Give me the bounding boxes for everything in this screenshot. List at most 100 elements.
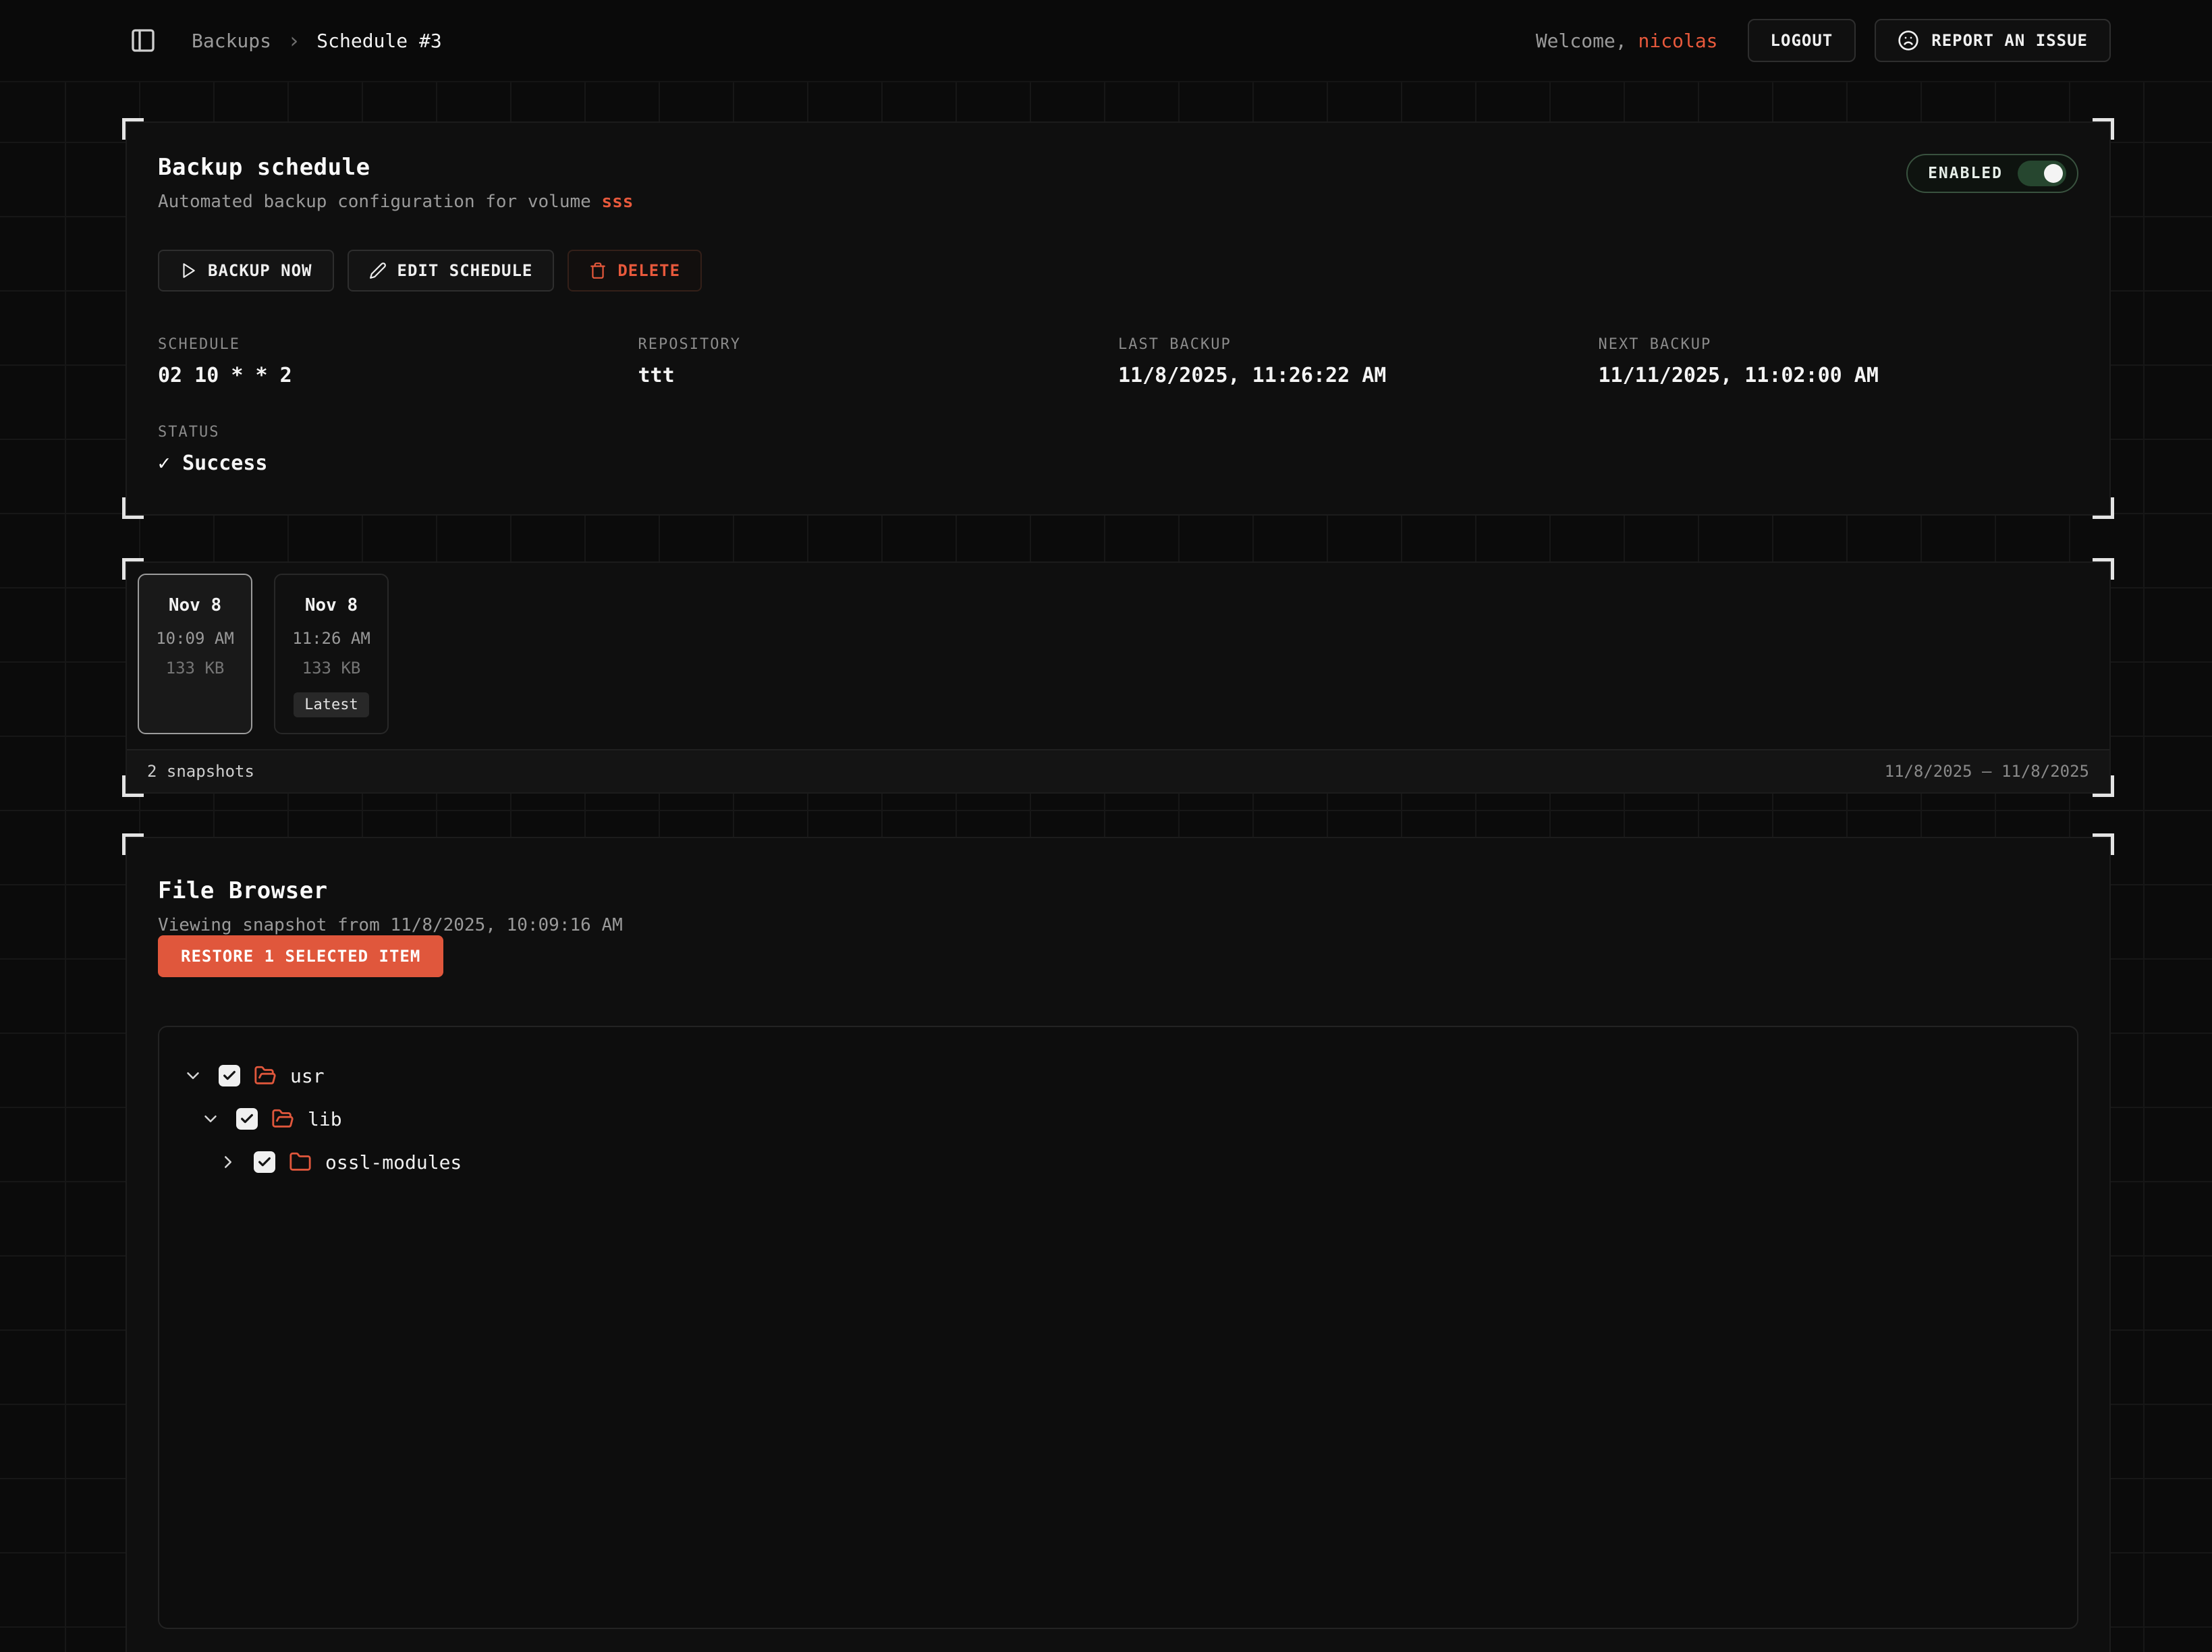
top-bar: Backups › Schedule #3 Welcome, nicolas L…: [0, 0, 2212, 82]
field-label: SCHEDULE: [158, 336, 638, 353]
field-status: STATUS ✓ Success: [158, 424, 638, 475]
snapshot-size: 133 KB: [166, 659, 225, 678]
snapshot-card-latest[interactable]: Nov 8 11:26 AM 133 KB Latest: [274, 574, 389, 734]
corner-bracket: [122, 497, 144, 519]
status-value: ✓ Success: [158, 451, 638, 475]
backup-now-button[interactable]: BACKUP NOW: [158, 250, 334, 292]
welcome-text: Welcome, nicolas: [1536, 30, 1718, 52]
snapshot-card-selected[interactable]: Nov 8 10:09 AM 133 KB: [138, 574, 252, 734]
field-label: LAST BACKUP: [1118, 336, 1599, 353]
volume-name: sss: [601, 192, 633, 212]
checkbox-checked[interactable]: [236, 1108, 258, 1130]
snapshot-time: 10:09 AM: [156, 629, 234, 648]
report-issue-button[interactable]: REPORT AN ISSUE: [1875, 19, 2111, 62]
tree-row-ossl-modules[interactable]: ossl-modules: [181, 1140, 2055, 1184]
chevron-down-icon: [200, 1109, 221, 1129]
snapshot-date: Nov 8: [305, 595, 358, 615]
file-browser-subtitle: Viewing snapshot from 11/8/2025, 10:09:1…: [158, 915, 2078, 935]
top-bar-left: Backups › Schedule #3: [126, 23, 442, 58]
corner-bracket: [122, 833, 144, 855]
schedule-panel-subtitle: Automated backup configuration for volum…: [158, 192, 633, 212]
snapshot-time: 11:26 AM: [292, 629, 370, 648]
chevron-down-icon: [183, 1066, 203, 1086]
field-value: ttt: [638, 364, 1119, 387]
field-label: NEXT BACKUP: [1599, 336, 2079, 353]
tree-item-label: ossl-modules: [325, 1151, 462, 1174]
tree-row-usr[interactable]: usr: [181, 1054, 2055, 1097]
file-browser-header: File Browser Viewing snapshot from 11/8/…: [158, 877, 2078, 977]
snapshots-panel: Nov 8 10:09 AM 133 KB Nov 8 11:26 AM 133…: [126, 561, 2111, 794]
report-issue-label: REPORT AN ISSUE: [1931, 31, 2088, 50]
folder-open-icon: [271, 1107, 294, 1130]
corner-bracket: [122, 118, 144, 140]
play-icon: [179, 262, 197, 279]
snapshot-list: Nov 8 10:09 AM 133 KB Nov 8 11:26 AM 133…: [127, 563, 2109, 749]
field-value: 02 10 * * 2: [158, 364, 638, 387]
restore-button[interactable]: RESTORE 1 SELECTED ITEM: [158, 935, 443, 977]
toggle-switch[interactable]: [2018, 161, 2066, 186]
breadcrumb-current-page: Schedule #3: [316, 30, 441, 52]
sidebar-toggle-button[interactable]: [126, 23, 161, 58]
schedule-panel-titles: Backup schedule Automated backup configu…: [158, 154, 633, 212]
expand-toggle[interactable]: [216, 1152, 240, 1172]
field-value: 11/8/2025, 11:26:22 AM: [1118, 364, 1599, 387]
checkbox-checked[interactable]: [254, 1151, 275, 1173]
latest-badge: Latest: [294, 692, 368, 717]
tree-item-label: lib: [308, 1108, 342, 1130]
delete-label: DELETE: [617, 261, 680, 280]
edit-schedule-button[interactable]: EDIT SCHEDULE: [348, 250, 555, 292]
field-next-backup: NEXT BACKUP 11/11/2025, 11:02:00 AM: [1599, 336, 2079, 387]
check-icon: [257, 1155, 272, 1169]
welcome-prefix: Welcome,: [1536, 30, 1638, 52]
field-label: STATUS: [158, 424, 638, 441]
main-content: Backup schedule Automated backup configu…: [0, 82, 2212, 1652]
logout-button[interactable]: LOGOUT: [1748, 19, 1856, 62]
check-icon: [222, 1068, 237, 1083]
field-value: 11/11/2025, 11:02:00 AM: [1599, 364, 2079, 387]
collapse-toggle[interactable]: [181, 1066, 205, 1086]
backup-now-label: BACKUP NOW: [208, 261, 312, 280]
check-icon: ✓: [158, 451, 170, 475]
breadcrumb: Backups › Schedule #3: [192, 30, 442, 52]
snapshots-footer: 2 snapshots 11/8/2025 – 11/8/2025: [127, 749, 2109, 792]
username: nicolas: [1638, 30, 1718, 52]
snapshot-date: Nov 8: [169, 595, 221, 615]
tree-row-lib[interactable]: lib: [181, 1097, 2055, 1140]
field-repository: REPOSITORY ttt: [638, 336, 1119, 387]
backup-schedule-panel: Backup schedule Automated backup configu…: [126, 121, 2111, 516]
tree-item-label: usr: [290, 1065, 325, 1087]
delete-button[interactable]: DELETE: [568, 250, 702, 292]
file-browser-titles: File Browser Viewing snapshot from 11/8/…: [158, 877, 2078, 935]
edit-schedule-label: EDIT SCHEDULE: [397, 261, 533, 280]
snapshot-size: 133 KB: [302, 659, 361, 678]
file-tree: usr lib ossl-modules: [158, 1026, 2078, 1629]
breadcrumb-backups[interactable]: Backups: [192, 30, 271, 52]
corner-bracket: [2093, 118, 2114, 140]
check-icon: [240, 1111, 254, 1126]
enabled-toggle[interactable]: ENABLED: [1906, 154, 2078, 193]
top-bar-right: Welcome, nicolas LOGOUT REPORT AN ISSUE: [1536, 19, 2111, 62]
panel-left-icon: [130, 27, 157, 54]
checkbox-checked[interactable]: [219, 1065, 240, 1086]
status-text: Success: [182, 451, 267, 475]
enabled-label: ENABLED: [1928, 165, 2003, 182]
schedule-actions: BACKUP NOW EDIT SCHEDULE DELETE: [158, 250, 2078, 292]
field-last-backup: LAST BACKUP 11/8/2025, 11:26:22 AM: [1118, 336, 1599, 387]
file-browser-title: File Browser: [158, 877, 2078, 904]
collapse-toggle[interactable]: [198, 1109, 223, 1129]
snapshot-date-range: 11/8/2025 – 11/8/2025: [1885, 762, 2089, 781]
field-label: REPOSITORY: [638, 336, 1119, 353]
schedule-fields: SCHEDULE 02 10 * * 2 REPOSITORY ttt LAST…: [158, 336, 2078, 475]
folder-open-icon: [254, 1064, 277, 1087]
field-schedule: SCHEDULE 02 10 * * 2: [158, 336, 638, 387]
toggle-knob: [2044, 164, 2063, 183]
frown-circle-icon: [1898, 30, 1919, 51]
schedule-panel-title: Backup schedule: [158, 154, 633, 181]
corner-bracket: [2093, 497, 2114, 519]
subtitle-prefix: Automated backup configuration for volum…: [158, 192, 601, 212]
chevron-right-icon: [218, 1152, 238, 1172]
file-browser-panel: File Browser Viewing snapshot from 11/8/…: [126, 837, 2111, 1652]
folder-icon: [289, 1151, 312, 1174]
trash-icon: [589, 262, 607, 279]
schedule-panel-header: Backup schedule Automated backup configu…: [158, 154, 2078, 212]
